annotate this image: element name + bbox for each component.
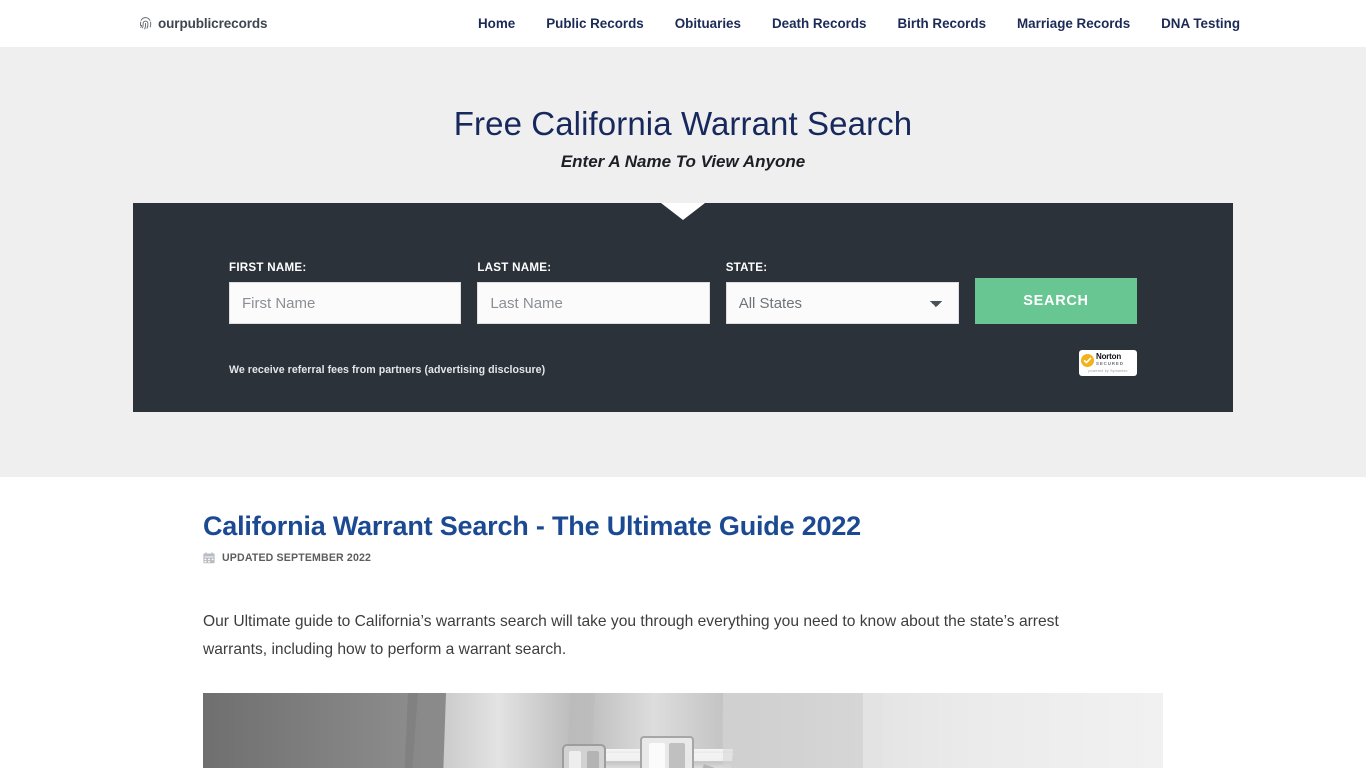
last-name-input[interactable]	[477, 282, 710, 324]
last-name-field-group: LAST NAME:	[477, 261, 710, 324]
nav-link-obituaries[interactable]: Obituaries	[675, 16, 741, 31]
article-intro-paragraph: Our Ultimate guide to California’s warra…	[203, 613, 1059, 659]
nav-item-marriage-records[interactable]: Marriage Records	[1017, 15, 1130, 33]
nav-item-obituaries[interactable]: Obituaries	[675, 15, 741, 33]
first-name-label: FIRST NAME:	[229, 261, 307, 274]
first-name-field-group: FIRST NAME:	[229, 261, 462, 324]
first-name-input[interactable]	[229, 282, 462, 324]
article-hero-image	[203, 693, 1163, 768]
state-field-group: STATE: All States	[725, 261, 960, 324]
norton-secured-label: SECURED	[1096, 361, 1124, 367]
brand-name: ourpublicrecords	[158, 15, 268, 31]
norton-powered-by: powered by Symantec	[1088, 368, 1128, 373]
advertising-disclosure-text: We receive referral fees from partners (…	[229, 364, 546, 376]
nav-item-birth-records[interactable]: Birth Records	[897, 15, 986, 33]
nav-item-home[interactable]: Home	[478, 15, 515, 33]
search-panel-wrapper: FIRST NAME: LAST NAME: STATE: All States…	[133, 203, 1233, 412]
nav-item-dna-testing[interactable]: DNA Testing	[1161, 15, 1240, 33]
norton-wordmark: Norton SECURED	[1096, 353, 1124, 366]
nav-item-public-records[interactable]: Public Records	[546, 15, 643, 33]
search-button[interactable]: SEARCH	[975, 278, 1138, 324]
article-meta: UPDATED SEPTEMBER 2022	[203, 552, 1163, 564]
article-updated-date: UPDATED SEPTEMBER 2022	[222, 552, 372, 565]
article-container: California Warrant Search - The Ultimate…	[203, 477, 1163, 768]
norton-badge-main: Norton SECURED	[1081, 353, 1135, 367]
hero-section: Free California Warrant Search Enter A N…	[0, 47, 1366, 477]
norton-brand-name: Norton	[1096, 352, 1122, 362]
nav-link-marriage-records[interactable]: Marriage Records	[1017, 16, 1130, 31]
page-title: Free California Warrant Search	[453, 105, 913, 142]
site-logo-link[interactable]: ourpublicrecords	[138, 15, 268, 31]
article-section: California Warrant Search - The Ultimate…	[0, 477, 1366, 768]
nav-link-dna-testing[interactable]: DNA Testing	[1161, 16, 1240, 31]
nav-link-death-records[interactable]: Death Records	[772, 16, 867, 31]
handcuffs-photo	[203, 693, 1163, 768]
hero-subtitle: Enter A Name To View Anyone	[560, 152, 806, 171]
nav-link-home[interactable]: Home	[478, 16, 515, 31]
state-label: STATE:	[725, 261, 768, 274]
nav-link-birth-records[interactable]: Birth Records	[897, 16, 986, 31]
panel-footer: We receive referral fees from partners (…	[229, 350, 1137, 376]
nav-item-death-records[interactable]: Death Records	[772, 15, 867, 33]
top-navigation-bar: ourpublicrecords Home Public Records Obi…	[0, 0, 1366, 47]
norton-secured-badge[interactable]: Norton SECURED powered by Symantec	[1079, 350, 1137, 376]
nav-links: Home Public Records Obituaries Death Rec…	[478, 15, 1240, 33]
checkmark-icon	[1081, 353, 1094, 367]
fingerprint-icon	[138, 16, 153, 31]
nav-link-public-records[interactable]: Public Records	[546, 16, 643, 31]
last-name-label: LAST NAME:	[477, 261, 552, 274]
article-title: California Warrant Search - The Ultimate…	[203, 511, 861, 541]
state-select[interactable]: All States	[725, 282, 960, 324]
panel-notch-triangle	[661, 203, 705, 220]
calendar-icon	[203, 552, 215, 564]
search-form: FIRST NAME: LAST NAME: STATE: All States…	[229, 261, 1138, 324]
search-panel: FIRST NAME: LAST NAME: STATE: All States…	[133, 203, 1233, 412]
